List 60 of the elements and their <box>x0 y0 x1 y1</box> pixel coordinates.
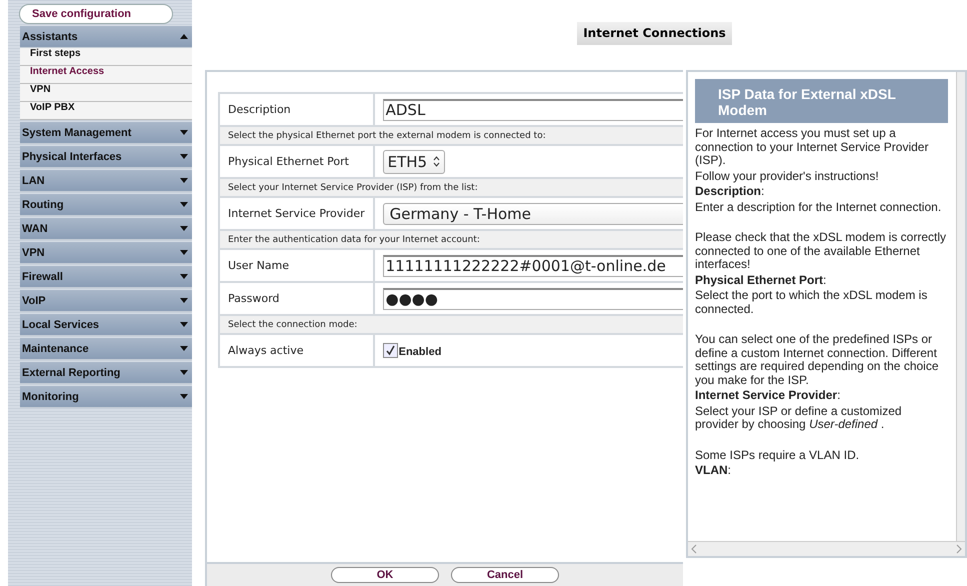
expand-arrow-icon[interactable] <box>180 130 188 135</box>
expand-arrow-icon[interactable] <box>180 346 188 351</box>
page-title: Internet Connections <box>577 22 732 45</box>
menu-section[interactable]: LAN <box>20 170 192 192</box>
help-text: Please check that the xDSL modem is correctly connected to one of the available Ethernet interfaces! <box>695 231 947 273</box>
expand-arrow-icon[interactable] <box>180 202 188 207</box>
help-text: Description: <box>695 185 766 200</box>
checkbox-label: Enabled <box>398 346 442 358</box>
menu-section[interactable]: Maintenance <box>20 338 192 360</box>
port-select[interactable]: ETH5 <box>382 150 446 174</box>
menu-section[interactable]: Firewall <box>20 266 192 288</box>
menu-section[interactable]: Routing <box>20 194 192 216</box>
menu-section[interactable]: Monitoring <box>20 386 192 408</box>
menu-section[interactable]: External Reporting <box>20 362 192 384</box>
expand-arrow-icon[interactable] <box>180 250 188 255</box>
scrollbar[interactable] <box>956 72 965 541</box>
help-text: You can select one of the predefined ISPs or define a custom Internet connection. Different settings are required depending on the choice you make for the ISP. <box>695 333 940 388</box>
menu-section[interactable]: WAN <box>20 218 192 240</box>
section-hint: Select the physical Ethernet port the external modem is connected to: <box>219 126 683 145</box>
field-label: User Name <box>219 249 374 282</box>
menu-item[interactable]: Internet Access <box>20 66 192 84</box>
menu-section[interactable]: System Management <box>20 122 192 144</box>
expand-arrow-icon[interactable] <box>180 322 188 327</box>
help-text: Select your ISP or define a customized provider by choosing User-defined . <box>695 404 903 433</box>
field-label: Description <box>219 93 374 126</box>
field-label: Always active <box>219 334 374 367</box>
help-title: ISP Data for External xDSL Modem <box>695 79 948 123</box>
dialog-button[interactable]: Cancel <box>451 567 559 583</box>
help-text: Enter a description for the Internet connection. <box>695 200 942 216</box>
help-text: Some ISPs require a VLAN ID. <box>695 448 860 464</box>
expand-arrow-icon[interactable] <box>180 274 188 279</box>
menu-section[interactable]: VoIP <box>20 290 192 312</box>
menu-section[interactable]: VPN <box>20 242 192 264</box>
dialog-button[interactable]: OK <box>331 567 439 583</box>
expand-arrow-icon[interactable] <box>180 370 188 375</box>
menu-item[interactable]: VPN <box>20 84 192 102</box>
collapse-arrow-icon[interactable] <box>180 34 188 39</box>
menu-item[interactable]: First steps <box>20 48 192 66</box>
help-text: Follow your provider's instructions! <box>695 170 880 184</box>
menu-section[interactable]: Local Services <box>20 314 192 336</box>
section-hint: Select the connection mode: <box>219 315 683 334</box>
help-text: Select the port to which the xDSL modem is connected. <box>695 289 928 318</box>
checkbox[interactable] <box>382 343 398 358</box>
help-text: Internet Service Provider: <box>695 389 842 404</box>
provider-select[interactable]: Germany - T-Home <box>382 202 683 224</box>
help-text: For Internet access you must set up a connection to your Internet Service Provider (ISP). <box>695 127 930 169</box>
section-hint: Enter the authentication data for your Internet account: <box>219 230 683 249</box>
spinner-arrows-icon[interactable] <box>433 156 440 167</box>
help-text: Physical Ethernet Port: <box>695 274 828 288</box>
menu-item[interactable]: VoIP PBX <box>20 102 192 120</box>
help-text: VLAN: <box>695 464 732 479</box>
menu-section[interactable]: Physical Interfaces <box>20 146 192 168</box>
expand-arrow-icon[interactable] <box>180 226 188 231</box>
save-configuration-button[interactable]: Save configuration <box>19 4 173 24</box>
expand-arrow-icon[interactable] <box>180 178 188 183</box>
expand-arrow-icon[interactable] <box>180 394 188 399</box>
section-hint: Select your Internet Service Provider (ISP) from the list: <box>219 178 683 197</box>
expand-arrow-icon[interactable] <box>180 154 188 159</box>
expand-arrow-icon[interactable] <box>180 298 188 303</box>
menu-section[interactable]: Assistants <box>20 26 192 48</box>
